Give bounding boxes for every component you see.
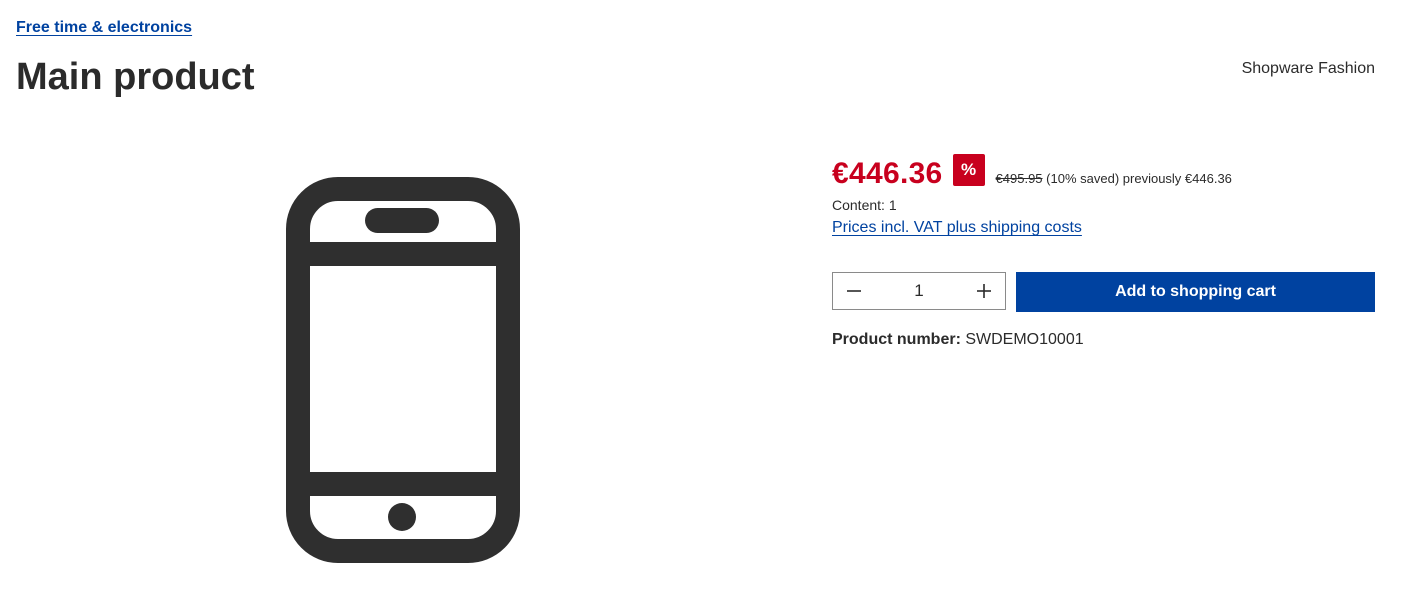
page-title: Main product xyxy=(16,56,255,98)
smartphone-icon xyxy=(286,177,520,563)
product-number: Product number: SWDEMO10001 xyxy=(832,331,1084,349)
discount-badge: % xyxy=(952,154,985,186)
product-image[interactable] xyxy=(283,174,523,566)
quantity-decrease-button[interactable] xyxy=(833,273,875,309)
quantity-stepper[interactable]: 1 xyxy=(832,272,1006,310)
product-detail-page: Free time & electronics Main product Sho… xyxy=(0,0,1426,590)
content-info: Content: 1 xyxy=(832,197,897,213)
product-price: €446.36 xyxy=(832,157,943,190)
quantity-value[interactable]: 1 xyxy=(875,281,963,301)
list-price: €495.95 xyxy=(995,171,1043,186)
add-to-cart-button[interactable]: Add to shopping cart xyxy=(1016,272,1375,312)
minus-icon xyxy=(847,290,861,292)
list-price-info: €495.95 (10% saved) previously €446.36 xyxy=(996,171,1232,186)
manufacturer-link[interactable]: Shopware Fashion xyxy=(1242,60,1375,78)
plus-icon xyxy=(977,284,991,298)
product-number-label: Product number: xyxy=(832,331,961,348)
breadcrumb-category-link[interactable]: Free time & electronics xyxy=(16,19,192,37)
tax-shipping-link[interactable]: Prices incl. VAT plus shipping costs xyxy=(832,219,1082,237)
previously-price: previously €446.36 xyxy=(1122,171,1232,186)
quantity-increase-button[interactable] xyxy=(963,273,1005,309)
product-number-value: SWDEMO10001 xyxy=(965,331,1084,348)
saved-text: (10% saved) xyxy=(1046,171,1120,186)
price-row: €446.36 % €495.95 (10% saved) previously… xyxy=(832,154,1232,191)
